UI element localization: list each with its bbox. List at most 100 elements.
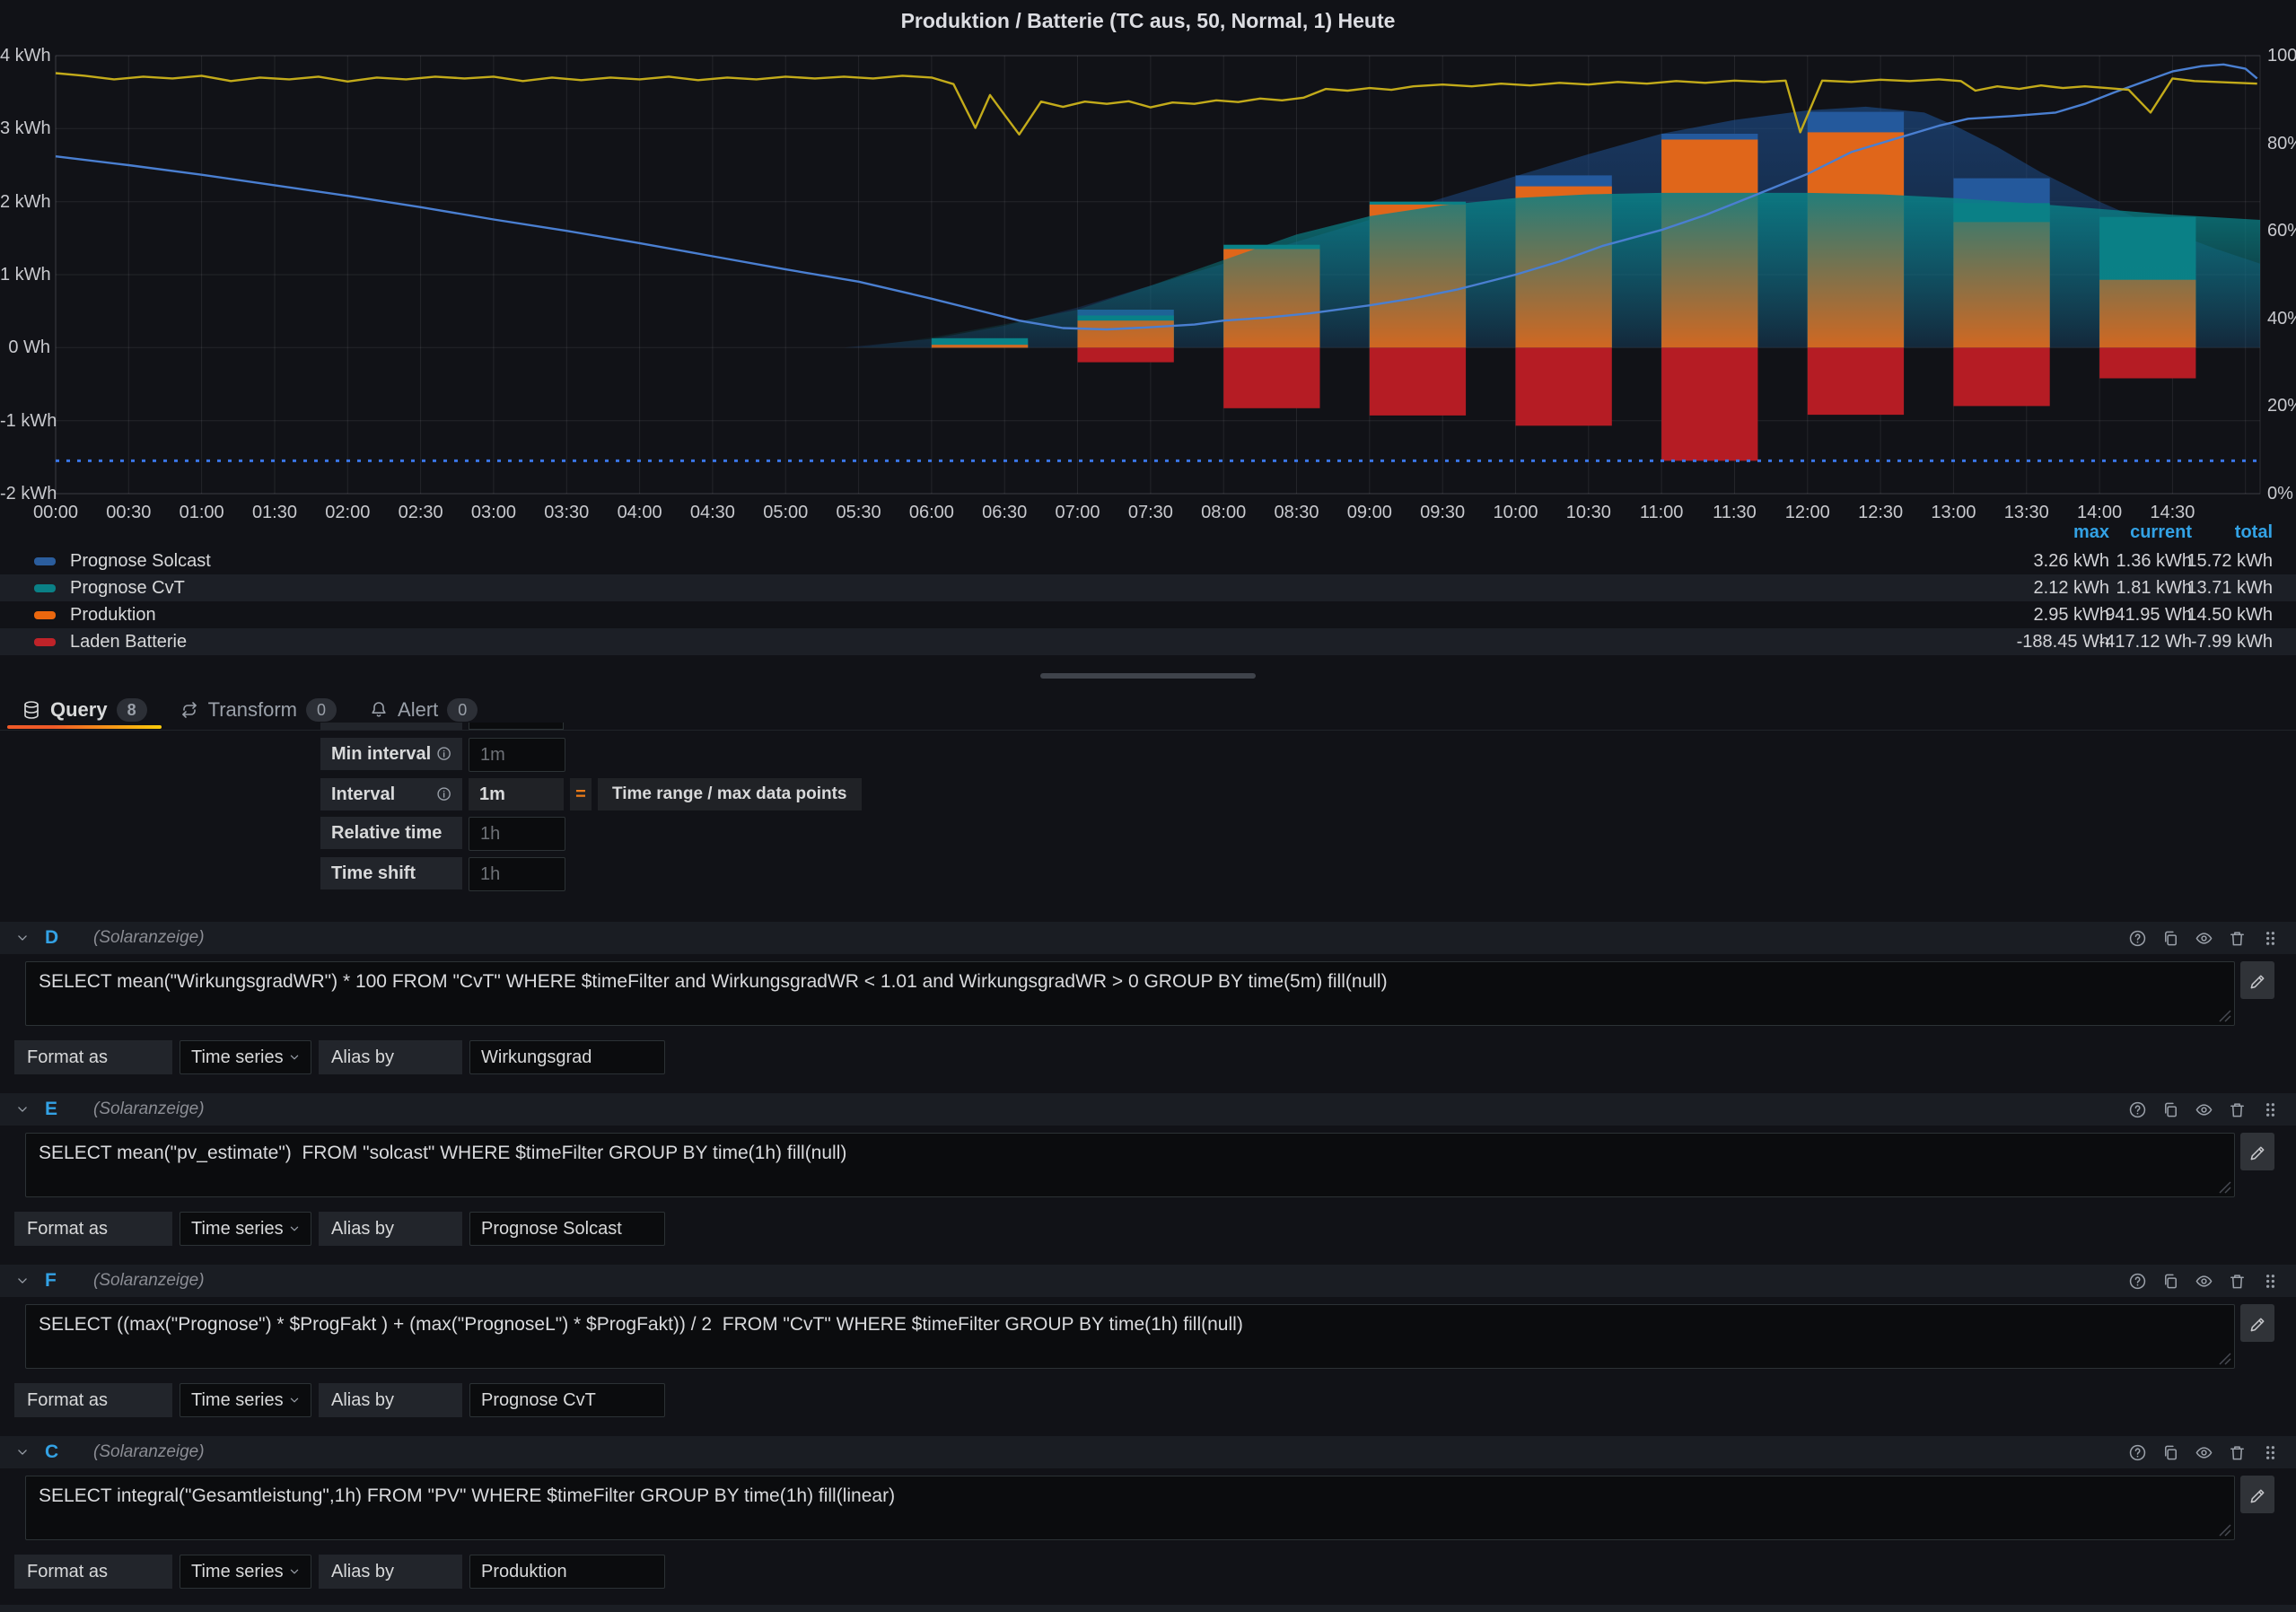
alias-by-label: Alias by	[319, 1383, 462, 1417]
drag-icon[interactable]	[2261, 1272, 2280, 1291]
legend-row: Prognose CvT2.12 kWh1.81 kWh13.71 kWh	[0, 574, 2296, 601]
bar-laden-batterie	[1953, 347, 2049, 406]
eye-icon[interactable]	[2195, 929, 2213, 948]
sql-query-editor[interactable]: SELECT mean("pv_estimate") FROM "solcast…	[25, 1133, 2235, 1197]
x-axis-tick: 07:00	[1056, 503, 1100, 523]
x-axis-tick: 06:30	[982, 503, 1027, 523]
help-icon[interactable]	[2128, 1443, 2147, 1462]
sql-query-editor[interactable]: SELECT integral("Gesamtleistung",1h) FRO…	[25, 1476, 2235, 1540]
legend-row: Laden Batterie-188.45 Wh-417.12 Wh-7.99 …	[0, 628, 2296, 655]
alias-input[interactable]: Wirkungsgrad	[469, 1040, 665, 1074]
alias-by-label: Alias by	[319, 1555, 462, 1589]
legend-series-name[interactable]: Prognose CvT	[70, 578, 185, 599]
legend-swatch	[34, 638, 56, 646]
legend-value-total: 14.50 kWh	[2147, 605, 2273, 626]
resize-grip-icon[interactable]	[2219, 1010, 2231, 1022]
bar-laden-batterie	[1661, 347, 1757, 460]
timeseries-chart[interactable]: 4 kWh3 kWh2 kWh1 kWh0 Wh-1 kWh-2 kWh100%…	[0, 0, 2296, 543]
resize-grip-icon[interactable]	[2219, 1181, 2231, 1194]
cutoff-option-input	[469, 723, 564, 730]
info-icon[interactable]	[436, 786, 453, 803]
copy-icon[interactable]	[2161, 1443, 2180, 1462]
chevron-down-icon	[14, 1101, 31, 1117]
query-header[interactable]: C(Solaranzeige)	[0, 1436, 2296, 1468]
alias-input[interactable]: Prognose CvT	[469, 1383, 665, 1417]
drag-icon[interactable]	[2261, 1100, 2280, 1119]
x-axis-tick: 06:00	[909, 503, 954, 523]
edit-query-button[interactable]	[2240, 1304, 2274, 1342]
format-select[interactable]: Time series	[180, 1040, 311, 1074]
x-axis-tick: 01:00	[180, 503, 224, 523]
format-as-label: Format as	[14, 1212, 172, 1246]
drag-icon[interactable]	[2261, 1443, 2280, 1462]
query-header[interactable]: E(Solaranzeige)	[0, 1093, 2296, 1126]
pencil-icon	[2248, 1485, 2267, 1504]
alias-input[interactable]: Prognose Solcast	[469, 1212, 665, 1246]
collapse-control[interactable]	[14, 1444, 31, 1460]
format-select[interactable]: Time series	[180, 1212, 311, 1246]
format-select[interactable]: Time series	[180, 1555, 311, 1589]
legend-series-name[interactable]: Laden Batterie	[70, 632, 187, 653]
option-input[interactable]: 1h	[469, 857, 565, 891]
collapse-control[interactable]	[14, 1273, 31, 1289]
eye-icon[interactable]	[2195, 1443, 2213, 1462]
sql-query-editor[interactable]: SELECT ((max("Prognose") * $ProgFakt ) +…	[25, 1304, 2235, 1369]
sql-query-editor[interactable]: SELECT mean("WirkungsgradWR") * 100 FROM…	[25, 961, 2235, 1026]
alias-input[interactable]: Produktion	[469, 1555, 665, 1589]
resize-grip-icon[interactable]	[2219, 1524, 2231, 1537]
grafana-panel-edit: Produktion / Batterie (TC aus, 50, Norma…	[0, 0, 2296, 1612]
x-axis-tick: 05:30	[837, 503, 881, 523]
transform-icon	[180, 700, 199, 720]
active-tab-underline	[7, 725, 162, 729]
option-input[interactable]: 1m	[469, 738, 565, 772]
info-icon[interactable]	[436, 746, 453, 763]
copy-icon[interactable]	[2161, 929, 2180, 948]
help-icon[interactable]	[2128, 1272, 2147, 1291]
option-input[interactable]: 1h	[469, 817, 565, 851]
trash-icon[interactable]	[2228, 929, 2247, 948]
chevron-down-icon	[14, 1444, 31, 1460]
next-row-edge	[0, 1605, 2296, 1612]
query-options: Min interval1mInterval1m=Time range / ma…	[320, 738, 862, 898]
y-axis-left-tick: 1 kWh	[0, 265, 50, 285]
option-label: Min interval	[320, 738, 462, 770]
eye-icon[interactable]	[2195, 1272, 2213, 1291]
legend-column-header[interactable]: total	[2147, 522, 2273, 543]
legend-series-name[interactable]: Produktion	[70, 605, 156, 626]
legend-series-name[interactable]: Prognose Solcast	[70, 551, 211, 572]
collapse-control[interactable]	[14, 930, 31, 946]
resize-grip-icon[interactable]	[2219, 1353, 2231, 1365]
trash-icon[interactable]	[2228, 1272, 2247, 1291]
tab-query[interactable]: Query8	[5, 689, 163, 731]
panel-splitter-handle[interactable]	[1040, 673, 1256, 679]
trash-icon[interactable]	[2228, 1443, 2247, 1462]
option-row: Min interval1m	[320, 738, 862, 772]
query-block-c: C(Solaranzeige) SELECT integral("Gesamtle…	[0, 1436, 2296, 1590]
format-select[interactable]: Time series	[180, 1383, 311, 1417]
copy-icon[interactable]	[2161, 1100, 2180, 1119]
option-value: 1m	[469, 778, 564, 810]
query-actions	[2128, 1100, 2280, 1119]
query-header[interactable]: D(Solaranzeige)	[0, 922, 2296, 954]
x-axis-tick: 05:00	[763, 503, 808, 523]
legend-swatch	[34, 584, 56, 592]
eye-icon[interactable]	[2195, 1100, 2213, 1119]
edit-query-button[interactable]	[2240, 1133, 2274, 1170]
query-header[interactable]: F(Solaranzeige)	[0, 1265, 2296, 1297]
help-icon[interactable]	[2128, 929, 2147, 948]
query-ref-id: D	[45, 927, 75, 949]
bar-laden-batterie	[1078, 347, 1174, 362]
bar-laden-batterie	[1808, 347, 1904, 415]
collapse-control[interactable]	[14, 1101, 31, 1117]
edit-query-button[interactable]	[2240, 1476, 2274, 1513]
trash-icon[interactable]	[2228, 1100, 2247, 1119]
bell-icon	[369, 700, 389, 720]
tab-count-badge: 0	[447, 698, 478, 722]
drag-icon[interactable]	[2261, 929, 2280, 948]
chart-canvas[interactable]	[0, 0, 2296, 543]
copy-icon[interactable]	[2161, 1272, 2180, 1291]
query-ref-id: E	[45, 1099, 75, 1120]
format-row: Format asTime seriesAlias byWirkungsgrad	[14, 1040, 665, 1074]
help-icon[interactable]	[2128, 1100, 2147, 1119]
edit-query-button[interactable]	[2240, 961, 2274, 999]
